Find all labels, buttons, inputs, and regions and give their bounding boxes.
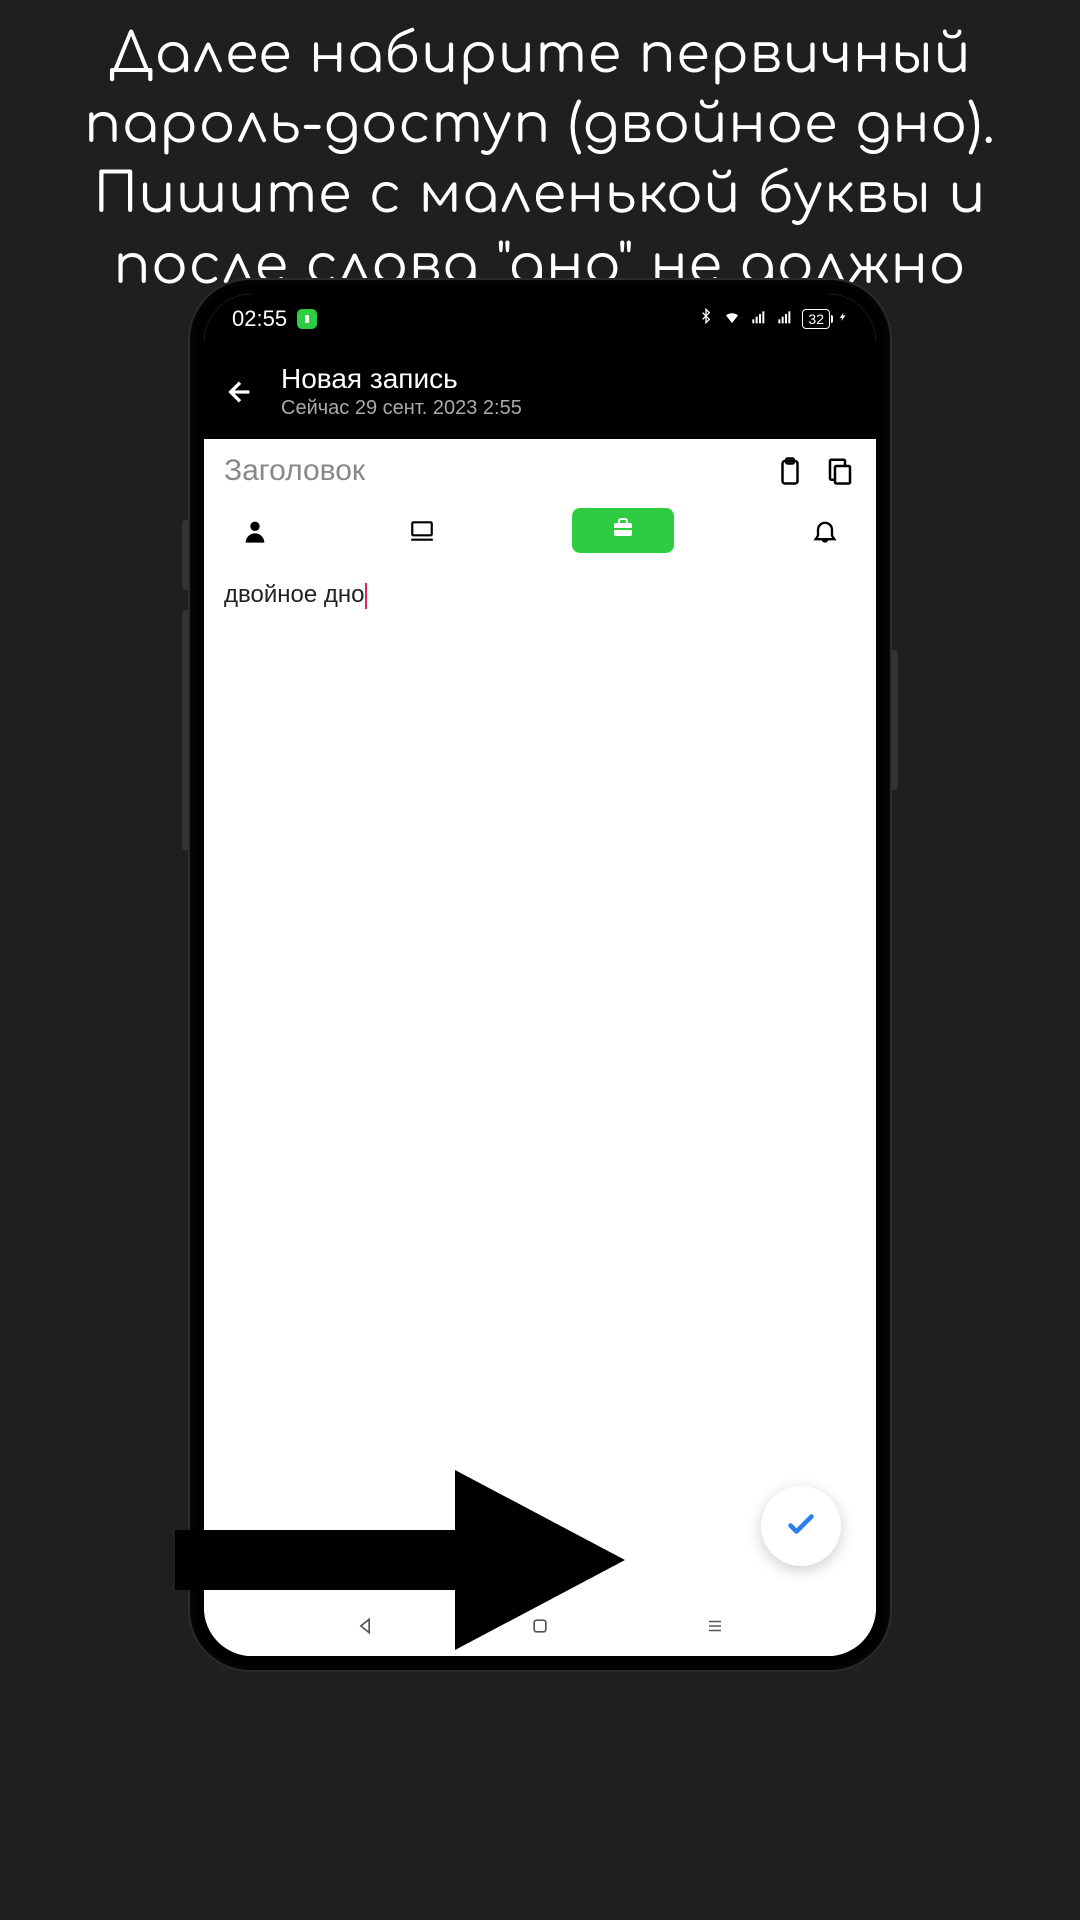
phone-power-button xyxy=(892,650,898,790)
signal-icon-2 xyxy=(776,306,794,332)
charging-icon xyxy=(838,306,848,332)
note-text: двойное дно xyxy=(224,581,364,608)
nav-recent-button[interactable] xyxy=(701,1612,729,1640)
back-button[interactable] xyxy=(224,376,256,408)
header-title: Новая запись xyxy=(281,363,856,395)
phone-volume-button xyxy=(182,520,188,590)
category-work-button[interactable] xyxy=(572,508,674,553)
battery-saver-icon xyxy=(297,309,317,329)
notification-button[interactable] xyxy=(809,515,841,547)
status-time: 02:55 xyxy=(232,306,287,332)
title-input[interactable]: Заголовок xyxy=(224,454,774,488)
text-cursor xyxy=(365,583,367,609)
battery-indicator: 32 xyxy=(802,309,830,329)
category-row xyxy=(204,498,876,563)
copy-button[interactable] xyxy=(824,455,856,487)
bluetooth-icon xyxy=(698,306,714,332)
phone-notch xyxy=(460,294,620,322)
app-header: Новая запись Сейчас 29 сент. 2023 2:55 xyxy=(204,344,876,439)
check-icon xyxy=(783,1506,819,1547)
wifi-icon xyxy=(722,306,742,332)
briefcase-icon xyxy=(610,516,636,545)
category-device-button[interactable] xyxy=(406,515,438,547)
signal-icon xyxy=(750,306,768,332)
phone-volume-rocker xyxy=(182,610,188,850)
arrow-pointer-annotation xyxy=(175,1460,675,1665)
header-subtitle: Сейчас 29 сент. 2023 2:55 xyxy=(281,397,856,420)
phone-screen: 02:55 32 xyxy=(204,294,876,1656)
content-area: Заголовок xyxy=(204,439,876,1596)
save-fab-button[interactable] xyxy=(761,1486,841,1566)
category-personal-button[interactable] xyxy=(239,515,271,547)
clipboard-button[interactable] xyxy=(774,455,806,487)
note-body-input[interactable]: двойное дно xyxy=(204,563,876,627)
